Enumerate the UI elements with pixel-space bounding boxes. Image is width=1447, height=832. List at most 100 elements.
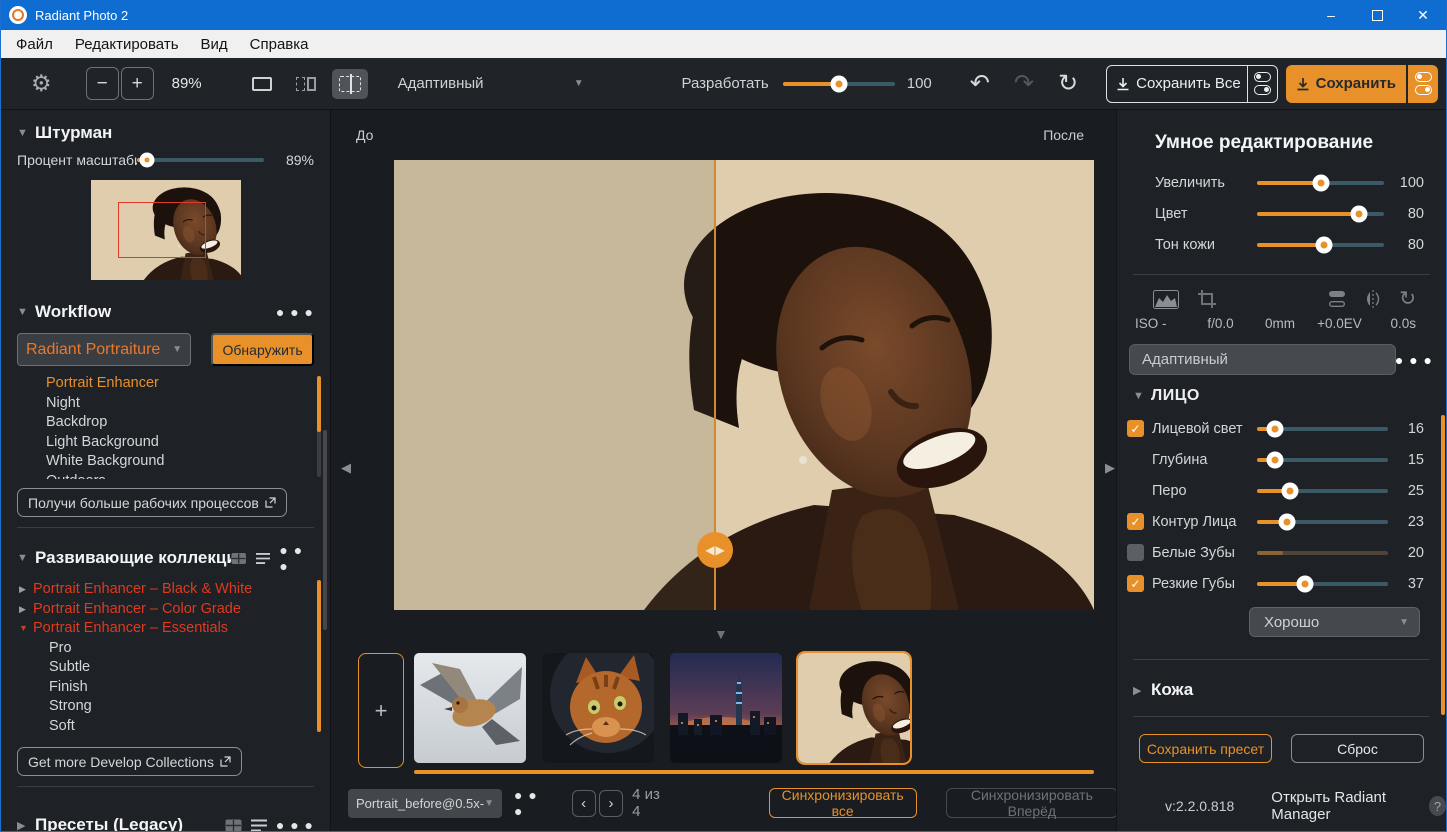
workflow-item[interactable]: White Background [1,452,330,472]
open-radiant-manager-link[interactable]: Открыть Radiant Manager [1271,789,1423,823]
navigator-preview[interactable] [91,180,241,280]
workflow-item[interactable]: Portrait Enhancer [1,374,330,394]
collection-preset[interactable]: Subtle [1,658,330,678]
sync-all-button[interactable]: Синхронизировать все [769,788,917,818]
grid-view-icon[interactable] [231,552,246,565]
minimize-button[interactable]: – [1308,0,1354,30]
sync-forward-button[interactable]: Синхронизировать Вперёд [946,788,1118,818]
navigator-section-header[interactable]: ▼ Штурман [1,123,330,143]
expand-triangle-icon[interactable]: ▶ [19,580,33,600]
get-more-workflows-button[interactable]: Получи больше рабочих процессов [17,488,287,517]
collection-group[interactable]: ▶ Portrait Enhancer – Black & White [1,580,330,600]
left-panel-scrollbar[interactable] [323,430,327,630]
workflow-item[interactable]: Outdoors [1,472,330,480]
skin-section-header[interactable]: ▶ Кожа [1117,680,1446,700]
navigator-crop-rectangle[interactable] [118,202,206,258]
save-all-button[interactable]: Сохранить Все [1106,65,1278,103]
flip-vertical-icon[interactable] [1327,290,1347,308]
depth-slider[interactable] [1257,458,1388,462]
preset-name-input[interactable]: Адаптивный ● ● ● [1129,344,1396,375]
zoom-out-button[interactable]: − [86,67,119,100]
color-slider[interactable] [1257,212,1384,216]
list-view-icon[interactable] [251,819,267,832]
undo-icon[interactable]: ↶ [970,72,990,96]
previous-image-button[interactable]: ‹ [572,790,596,817]
detect-button[interactable]: Обнаружить [211,333,314,366]
thumbnail-bird[interactable] [414,653,526,763]
save-preset-button[interactable]: Сохранить пресет [1139,734,1272,763]
flip-horizontal-icon[interactable] [1363,290,1383,308]
crop-icon[interactable] [1197,289,1217,309]
help-icon[interactable]: ? [1429,796,1446,816]
reset-button[interactable]: Сброс [1291,734,1424,763]
presets-menu-icon[interactable]: ● ● ● [276,817,314,831]
get-more-collections-button[interactable]: Get more Develop Collections [17,747,242,776]
workflow-preset-dropdown[interactable]: Radiant Portraiture ▼ [17,333,191,366]
workflow-menu-icon[interactable]: ● ● ● [276,304,314,320]
save-button[interactable]: Сохранить [1286,65,1406,103]
workflow-item[interactable]: Backdrop [1,413,330,433]
collapse-filmstrip-icon[interactable]: ▼ [714,626,728,642]
grid-view-icon[interactable] [225,819,242,832]
collection-group[interactable]: ▶ Portrait Enhancer – Color Grade [1,600,330,620]
filename-dropdown[interactable]: Portrait_before@0.5x- ▼ [348,789,502,818]
maximize-button[interactable] [1354,0,1400,30]
collection-group-expanded[interactable]: ▼ Portrait Enhancer – Essentials [1,619,330,639]
collection-preset[interactable]: Soft [1,717,330,737]
feather-slider[interactable] [1257,489,1388,493]
redo-icon[interactable]: ↷ [1014,72,1034,96]
collapse-right-panel-icon[interactable]: ▶ [1105,460,1115,476]
face-contour-checkbox[interactable]: ✓ [1127,513,1144,530]
thumbnail-portrait-selected[interactable] [798,653,910,763]
presets-legacy-section-header[interactable]: ▶ Пресеты (Legacy) ● ● ● [1,815,330,831]
collection-preset[interactable]: Strong [1,697,330,717]
view-single-button[interactable] [244,69,280,99]
menu-help[interactable]: Справка [239,36,320,53]
before-after-viewer[interactable]: ◀▶ [394,160,1094,610]
thumbnail-city[interactable] [670,653,782,763]
zoom-in-button[interactable]: + [121,67,154,100]
view-preset-dropdown[interactable]: Адаптивный ▼ [398,75,584,92]
white-teeth-slider[interactable] [1257,551,1388,555]
right-panel-scrollbar[interactable] [1441,415,1445,715]
sharp-lips-checkbox[interactable]: ✓ [1127,575,1144,592]
collections-menu-icon[interactable]: ● ● ● [279,542,314,574]
filmstrip-scrollbar[interactable] [414,770,1094,774]
workflow-section-header[interactable]: ▼ Workflow ● ● ● [1,302,330,322]
add-image-button[interactable]: + [358,653,404,768]
save-options-toggle[interactable] [1408,65,1438,103]
face-section-header[interactable]: ▼ ЛИЦО [1117,387,1446,405]
close-button[interactable]: ✕ [1400,0,1446,30]
split-divider-handle[interactable]: ◀▶ [697,532,733,568]
reset-rotate-icon[interactable]: ↻ [1058,72,1078,96]
collection-preset[interactable]: Finish [1,678,330,698]
skin-tone-slider[interactable] [1257,243,1384,247]
face-light-slider[interactable] [1257,427,1388,431]
navigator-zoom-slider[interactable] [137,158,264,162]
list-view-icon[interactable] [256,552,271,565]
workflow-item[interactable]: Light Background [1,433,330,453]
face-contour-slider[interactable] [1257,520,1388,524]
amount-slider[interactable] [1257,181,1384,185]
collections-scrollbar[interactable] [317,580,321,732]
menu-edit[interactable]: Редактировать [64,36,190,53]
settings-gear-icon[interactable]: ⚙ [31,70,52,97]
face-light-checkbox[interactable]: ✓ [1127,420,1144,437]
develop-slider[interactable] [783,82,895,86]
sharp-lips-slider[interactable] [1257,582,1388,586]
quality-dropdown[interactable]: Хорошо ▼ [1249,607,1420,637]
collapse-left-panel-icon[interactable]: ◀ [341,460,351,476]
rotate-icon[interactable]: ↻ [1399,289,1416,309]
view-side-by-side-button[interactable] [288,69,324,99]
menu-file[interactable]: Файл [5,36,64,53]
collapse-triangle-icon[interactable]: ▼ [19,619,33,639]
thumbnail-cat[interactable] [542,653,654,763]
next-image-button[interactable]: › [599,790,623,817]
file-options-menu-icon[interactable]: ● ● ● [514,787,550,819]
collection-preset[interactable]: Pro [1,639,330,659]
menu-view[interactable]: Вид [190,36,239,53]
save-all-options-toggle[interactable] [1248,72,1277,95]
collections-section-header[interactable]: ▼ Развивающие коллекции ● ● ● [1,542,330,574]
histogram-icon[interactable] [1153,290,1179,309]
white-teeth-checkbox[interactable] [1127,544,1144,561]
